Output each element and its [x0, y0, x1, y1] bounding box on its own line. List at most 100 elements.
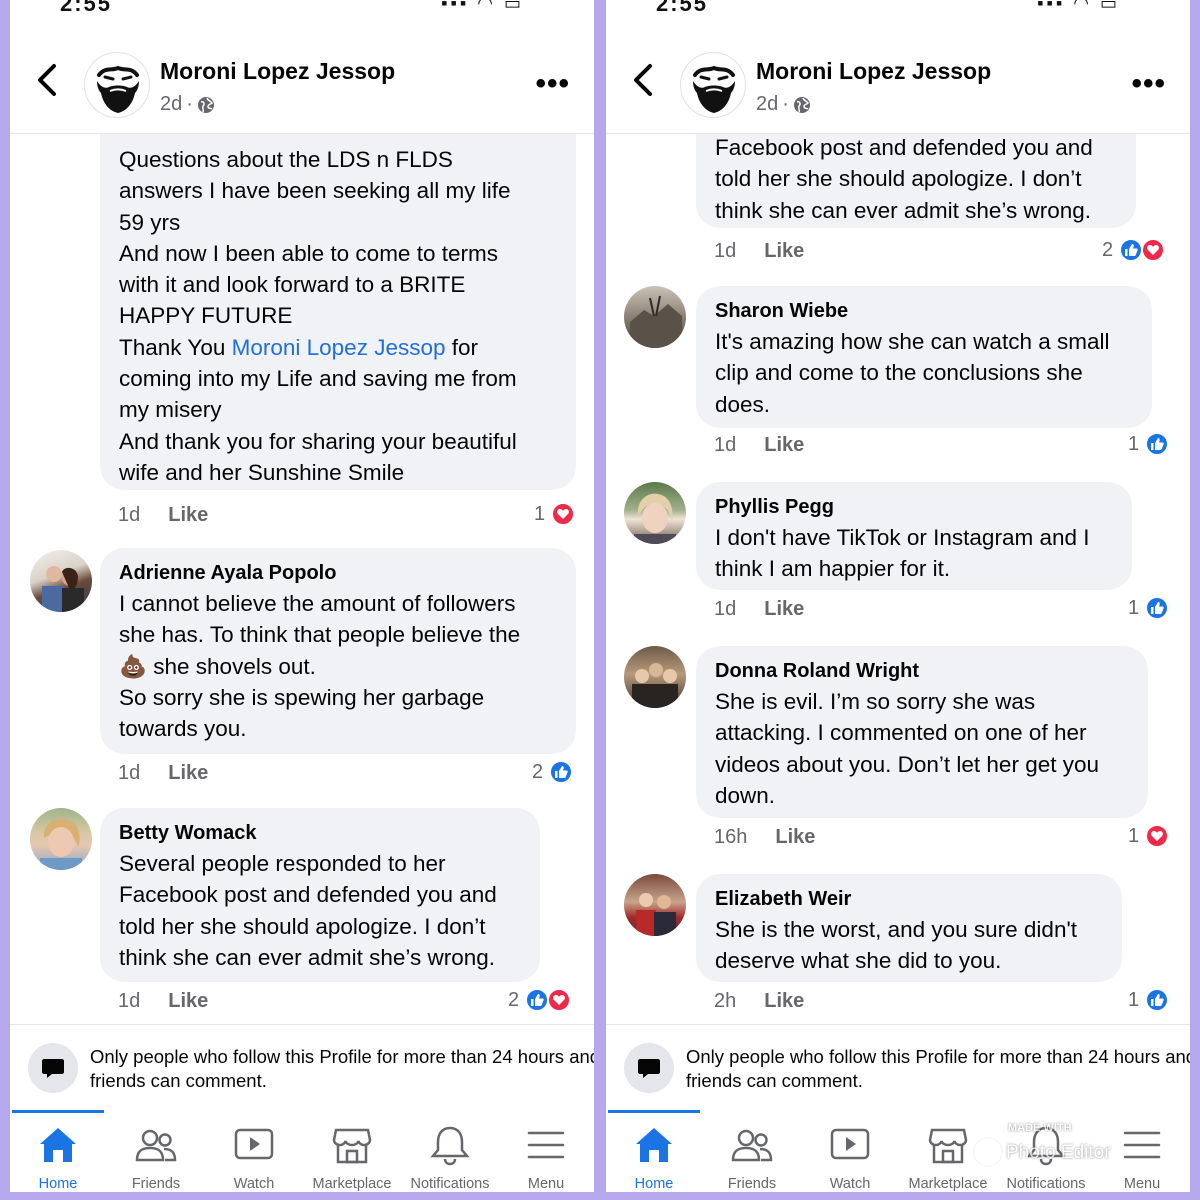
tab-label: Home: [634, 1176, 674, 1192]
comment-bubble[interactable]: Betty Womack Several people responded to…: [100, 808, 540, 982]
commenter-avatar[interactable]: [30, 550, 92, 612]
tab-watch[interactable]: Watch: [801, 1124, 899, 1192]
like-reaction-icon: [549, 760, 574, 784]
reaction-summary[interactable]: 2: [508, 988, 572, 1012]
notice-text: Only people who follow this Profile for …: [686, 1045, 1190, 1093]
comment-time: 1d: [118, 762, 141, 784]
comment-bubble[interactable]: Questions about the LDS n FLDS answers I…: [100, 134, 576, 490]
comment-line: And thank you for sharing your beautiful: [119, 428, 517, 454]
like-button[interactable]: Like: [168, 990, 208, 1013]
comment-time: 1d: [714, 240, 737, 262]
commenter-avatar[interactable]: [624, 286, 686, 348]
more-icon[interactable]: •••: [535, 69, 570, 99]
comment-bubble[interactable]: Adrienne Ayala Popolo I cannot believe t…: [100, 548, 576, 754]
comment-bubble[interactable]: Sharon Wiebe It's amazing how she can wa…: [696, 286, 1152, 428]
comment-bubble[interactable]: Elizabeth Weir She is the worst, and you…: [696, 874, 1122, 982]
comment-line-with-mention: Thank You Moroni Lopez Jessop for: [119, 332, 558, 363]
comment-actions: 1d Like: [714, 434, 804, 457]
home-icon: [636, 1128, 672, 1162]
more-icon[interactable]: •••: [1131, 69, 1166, 99]
tab-home[interactable]: Home: [10, 1124, 107, 1192]
comment-line: It's amazing how she can watch a small: [715, 329, 1110, 354]
commenter-avatar[interactable]: [624, 482, 686, 544]
notice-line: friends can comment.: [90, 1070, 267, 1091]
commenter-name[interactable]: Donna Roland Wright: [715, 656, 1130, 686]
tab-friends[interactable]: Friends: [703, 1124, 801, 1192]
home-icon: [40, 1128, 76, 1162]
commenter-name[interactable]: Sharon Wiebe: [715, 296, 1134, 326]
comment-text: She is the worst, and you sure didn't de…: [715, 914, 1104, 977]
comment-actions: 1d Like: [118, 504, 208, 527]
comment-line: videos about you. Don’t let her get you: [715, 751, 1099, 777]
comment-line: towards you.: [119, 716, 247, 742]
comment-line: clip and come to the conclusions she: [715, 360, 1083, 386]
post-author-name[interactable]: Moroni Lopez Jessop: [160, 58, 395, 85]
like-reaction-icon: [1119, 238, 1144, 262]
commenter-avatar[interactable]: [624, 874, 686, 936]
notice-line: Only people who follow this Profile for …: [90, 1046, 594, 1067]
tab-label: Marketplace: [908, 1176, 988, 1192]
commenter-name[interactable]: Betty Womack: [119, 818, 522, 848]
post-author-name[interactable]: Moroni Lopez Jessop: [756, 58, 991, 85]
like-button[interactable]: Like: [775, 826, 815, 849]
comment-line: 59 yrs: [119, 209, 181, 235]
like-button[interactable]: Like: [764, 990, 804, 1013]
like-button[interactable]: Like: [168, 762, 208, 785]
tab-label: Marketplace: [312, 1176, 392, 1192]
tab-menu[interactable]: Menu: [497, 1124, 594, 1192]
photo-editor-watermark: MADE WITH Photo Editor: [966, 1112, 1116, 1172]
comment-restriction-notice: Only people who follow this Profile for …: [606, 1024, 1190, 1110]
tab-home[interactable]: Home: [606, 1124, 703, 1192]
commenter-name[interactable]: Adrienne Ayala Popolo: [119, 558, 558, 588]
post-header: Moroni Lopez Jessop 2d · •••: [606, 18, 1190, 134]
tab-watch[interactable]: Watch: [205, 1124, 303, 1192]
comment-bubble[interactable]: Phyllis Pegg I don't have TikTok or Inst…: [696, 482, 1132, 590]
reaction-summary[interactable]: 1: [1128, 988, 1170, 1012]
like-reaction-icon: [525, 988, 550, 1012]
watch-icon: [234, 1128, 274, 1160]
comment-bubble[interactable]: Facebook post and defended you and told …: [696, 134, 1136, 228]
reaction-summary[interactable]: 1: [534, 502, 576, 526]
comment-bubble[interactable]: Donna Roland Wright She is evil. I’m so …: [696, 646, 1148, 818]
post-meta: 2d ·: [160, 93, 215, 116]
comment-line: think she can ever admit she’s wrong.: [715, 197, 1092, 223]
reaction-count: 2: [508, 988, 520, 1011]
back-arrow-icon[interactable]: [32, 60, 64, 100]
like-button[interactable]: Like: [764, 240, 804, 263]
mention-link[interactable]: Moroni Lopez Jessop: [232, 335, 446, 360]
like-button[interactable]: Like: [764, 434, 804, 457]
author-avatar[interactable]: [680, 52, 746, 118]
reaction-summary[interactable]: 2: [1102, 238, 1166, 262]
like-button[interactable]: Like: [168, 504, 208, 527]
comment-line: my misery: [119, 397, 222, 423]
marketplace-icon: [332, 1128, 372, 1164]
comment-time: 1d: [714, 434, 737, 456]
commenter-avatar[interactable]: [624, 646, 686, 708]
commenter-name[interactable]: Elizabeth Weir: [715, 884, 1104, 914]
like-reaction-icon: [1145, 988, 1170, 1012]
globe-icon: [793, 96, 811, 114]
tab-notifications[interactable]: Notifications: [401, 1124, 499, 1192]
reaction-summary[interactable]: 1: [1128, 432, 1170, 456]
commenter-name[interactable]: Phyllis Pegg: [715, 492, 1114, 522]
comments-list: Facebook post and defended you and told …: [606, 134, 1190, 1024]
author-avatar[interactable]: [84, 52, 150, 118]
tab-label: Watch: [829, 1176, 871, 1192]
love-reaction-icon: [547, 988, 572, 1012]
reaction-summary[interactable]: 1: [1128, 596, 1170, 620]
reaction-summary[interactable]: 2: [532, 760, 574, 784]
comment-text: Questions about the LDS n FLDS answers I…: [119, 144, 558, 488]
back-arrow-icon[interactable]: [628, 60, 660, 100]
commenter-avatar[interactable]: [30, 808, 92, 870]
right-screenshot: 2:55 ▪▪▪ ◠ ▭ Moroni Lopez Jessop 2d · ••…: [606, 0, 1190, 1192]
reaction-summary[interactable]: 1: [1128, 824, 1170, 848]
tab-label: Menu: [527, 1176, 565, 1192]
comment-line: think I am happier for it.: [715, 556, 951, 582]
like-button[interactable]: Like: [764, 598, 804, 621]
tab-friends[interactable]: Friends: [107, 1124, 205, 1192]
meta-separator: ·: [782, 93, 789, 115]
comment-line: told her she should apologize. I don’t: [119, 913, 486, 939]
notice-line: friends can comment.: [686, 1070, 863, 1091]
comment-actions: 1d Like: [118, 990, 208, 1013]
tab-marketplace[interactable]: Marketplace: [303, 1124, 401, 1192]
